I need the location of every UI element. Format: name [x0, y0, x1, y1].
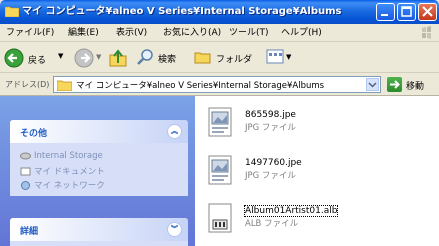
close-icon	[422, 6, 433, 17]
folder-icon	[5, 6, 19, 17]
search-button[interactable]: 検索	[136, 48, 188, 68]
image-file-icon	[208, 107, 232, 137]
expand-chevron-icon[interactable]: ︾	[167, 222, 182, 237]
menu-edit[interactable]: 編集(E)	[68, 27, 99, 39]
link-my-documents[interactable]: マイ ドキュメント	[20, 165, 105, 177]
menu-tools[interactable]: ツール(T)	[229, 27, 269, 39]
file-name: Album01Artist01.alb	[243, 205, 339, 217]
file-item[interactable]: 1497760.jpe JPG ファイル	[205, 154, 405, 194]
other-places-title: その他	[20, 129, 48, 139]
address-bar: アドレス(D) マイ コンピュータ¥alneo V Series¥Interna…	[0, 74, 439, 96]
maximize-button[interactable]	[397, 3, 416, 21]
task-pane: その他 ︽ Internal Storage マイ ドキュメント マイ ネットワ…	[0, 96, 195, 246]
menu-view[interactable]: 表示(V)	[116, 27, 147, 39]
collapse-chevron-icon[interactable]: ︽	[167, 124, 182, 139]
forward-button[interactable]: ▼	[74, 48, 102, 70]
menu-file[interactable]: ファイル(F)	[6, 27, 54, 39]
views-icon	[266, 49, 284, 64]
file-type: ALB ファイル	[245, 219, 299, 229]
menu-favorites[interactable]: お気に入り(A)	[163, 27, 221, 39]
other-places-panel: その他 ︽ Internal Storage マイ ドキュメント マイ ネットワ…	[10, 120, 188, 196]
folders-icon	[194, 52, 211, 64]
go-label[interactable]: 移動	[406, 79, 424, 92]
album-file-icon	[208, 203, 232, 233]
file-item[interactable]: Album01Artist01.alb ALB ファイル	[205, 202, 405, 242]
minimize-icon	[381, 14, 388, 16]
search-label: 検索	[158, 55, 177, 65]
go-button[interactable]	[387, 77, 402, 92]
menu-help[interactable]: ヘルプ(H)	[281, 27, 322, 39]
link-internal-storage[interactable]: Internal Storage	[20, 151, 103, 161]
folders-button[interactable]: フォルダ	[194, 48, 256, 68]
menu-bar: ファイル(F) 編集(E) 表示(V) お気に入り(A) ツール(T) ヘルプ(…	[0, 24, 439, 42]
windows-logo-icon	[422, 26, 431, 39]
search-icon	[137, 49, 153, 65]
documents-icon	[20, 167, 31, 176]
close-button[interactable]	[418, 3, 437, 21]
up-folder-icon	[109, 49, 127, 67]
title-bar[interactable]: マイ コンピュータ¥alneo V Series¥Internal Storag…	[0, 0, 439, 24]
details-panel: 詳細 ︾	[10, 218, 188, 246]
other-places-header[interactable]: その他 ︽	[10, 120, 188, 143]
folder-icon	[57, 80, 72, 91]
file-type: JPG ファイル	[245, 123, 296, 133]
toolbar: 戻る ▼ ▼ 検索 フォルダ ▼	[0, 43, 439, 73]
back-button[interactable]: 戻る ▼	[4, 47, 70, 69]
file-name: 865598.jpe	[245, 110, 296, 120]
link-label: マイ ドキュメント	[34, 167, 105, 177]
back-arrow-icon	[4, 48, 24, 68]
back-dropdown-icon[interactable]: ▼	[58, 52, 63, 60]
window-title: マイ コンピュータ¥alneo V Series¥Internal Storag…	[22, 6, 342, 17]
views-button[interactable]: ▼	[266, 48, 296, 68]
maximize-icon	[401, 6, 412, 17]
image-file-icon	[208, 155, 232, 185]
address-label: アドレス(D)	[5, 80, 50, 89]
forward-dropdown-icon[interactable]: ▼	[96, 53, 101, 61]
link-label: マイ ネットワーク	[34, 181, 105, 191]
go-arrow-icon	[390, 80, 400, 89]
link-label: Internal Storage	[34, 151, 103, 161]
drive-icon	[20, 152, 31, 160]
address-dropdown-button[interactable]	[366, 78, 379, 91]
address-input[interactable]: マイ コンピュータ¥alneo V Series¥Internal Storag…	[53, 76, 381, 93]
details-title: 詳細	[20, 227, 39, 237]
views-dropdown-icon[interactable]: ▼	[286, 53, 291, 61]
network-icon	[21, 181, 30, 190]
folders-label: フォルダ	[216, 55, 253, 65]
file-list: 865598.jpe JPG ファイル 1497760.jpe JPG ファイル…	[195, 96, 439, 246]
forward-arrow-icon	[74, 48, 94, 68]
file-type: JPG ファイル	[245, 171, 296, 181]
link-my-network[interactable]: マイ ネットワーク	[20, 179, 105, 191]
address-path: マイ コンピュータ¥alneo V Series¥Internal Storag…	[76, 81, 325, 91]
back-label: 戻る	[28, 56, 47, 66]
minimize-button[interactable]	[376, 3, 395, 21]
other-places-body: Internal Storage マイ ドキュメント マイ ネットワーク	[10, 143, 188, 196]
file-item[interactable]: 865598.jpe JPG ファイル	[205, 106, 405, 146]
chevron-down-icon	[368, 82, 377, 88]
file-name: 1497760.jpe	[245, 158, 302, 168]
up-folder-button[interactable]	[108, 48, 130, 68]
details-header[interactable]: 詳細 ︾	[10, 218, 188, 241]
